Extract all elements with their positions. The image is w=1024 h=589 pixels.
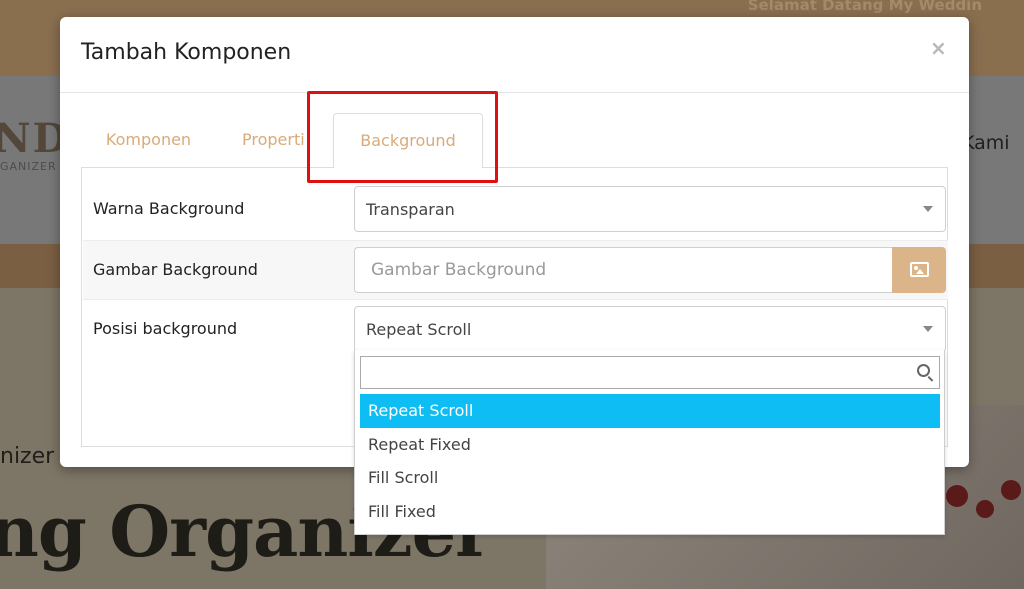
gambar-background-input[interactable] bbox=[354, 247, 893, 293]
posisi-background-dropdown: Repeat Scroll Repeat Fixed Fill Scroll F… bbox=[354, 350, 945, 535]
search-icon bbox=[917, 364, 930, 377]
modal-header: Tambah Komponen × bbox=[60, 17, 969, 93]
gambar-background-label: Gambar Background bbox=[93, 260, 258, 279]
warna-background-label: Warna Background bbox=[93, 199, 245, 218]
dropdown-option-fill-scroll[interactable]: Fill Scroll bbox=[360, 461, 940, 495]
form-row-warna-background: Warna Background Transparan bbox=[83, 180, 948, 240]
warna-background-select[interactable]: Transparan bbox=[354, 186, 946, 232]
modal-title: Tambah Komponen bbox=[81, 40, 292, 65]
posisi-background-label: Posisi background bbox=[93, 319, 238, 338]
tab-background[interactable]: Background bbox=[333, 113, 483, 168]
dropdown-option-fill-fixed[interactable]: Fill Fixed bbox=[360, 495, 940, 529]
form-row-gambar-background: Gambar Background bbox=[83, 240, 948, 300]
dropdown-option-repeat-scroll[interactable]: Repeat Scroll bbox=[360, 394, 940, 428]
hero-subtitle: nizer bbox=[0, 444, 55, 469]
flower-decoration bbox=[976, 500, 994, 518]
warna-background-value: Transparan bbox=[366, 200, 455, 219]
tab-komponen[interactable]: Komponen bbox=[81, 113, 216, 167]
caret-down-icon bbox=[923, 326, 933, 332]
tab-properti[interactable]: Properti bbox=[232, 113, 312, 167]
choose-image-button[interactable] bbox=[892, 247, 946, 293]
close-icon[interactable]: × bbox=[930, 36, 947, 60]
dropdown-options: Repeat Scroll Repeat Fixed Fill Scroll F… bbox=[360, 394, 940, 528]
posisi-background-value: Repeat Scroll bbox=[366, 320, 472, 339]
image-icon bbox=[910, 262, 929, 277]
dropdown-option-repeat-fixed[interactable]: Repeat Fixed bbox=[360, 428, 940, 462]
flower-decoration bbox=[1001, 480, 1021, 500]
flower-decoration bbox=[946, 485, 968, 507]
posisi-background-select[interactable]: Repeat Scroll bbox=[354, 306, 946, 352]
topbar-welcome-text: Selamat Datang My Weddin bbox=[747, 0, 982, 14]
dropdown-search-input[interactable] bbox=[361, 357, 909, 388]
site-nav-item: Kami bbox=[962, 132, 1010, 154]
caret-down-icon bbox=[923, 206, 933, 212]
dropdown-search-box bbox=[360, 356, 940, 389]
